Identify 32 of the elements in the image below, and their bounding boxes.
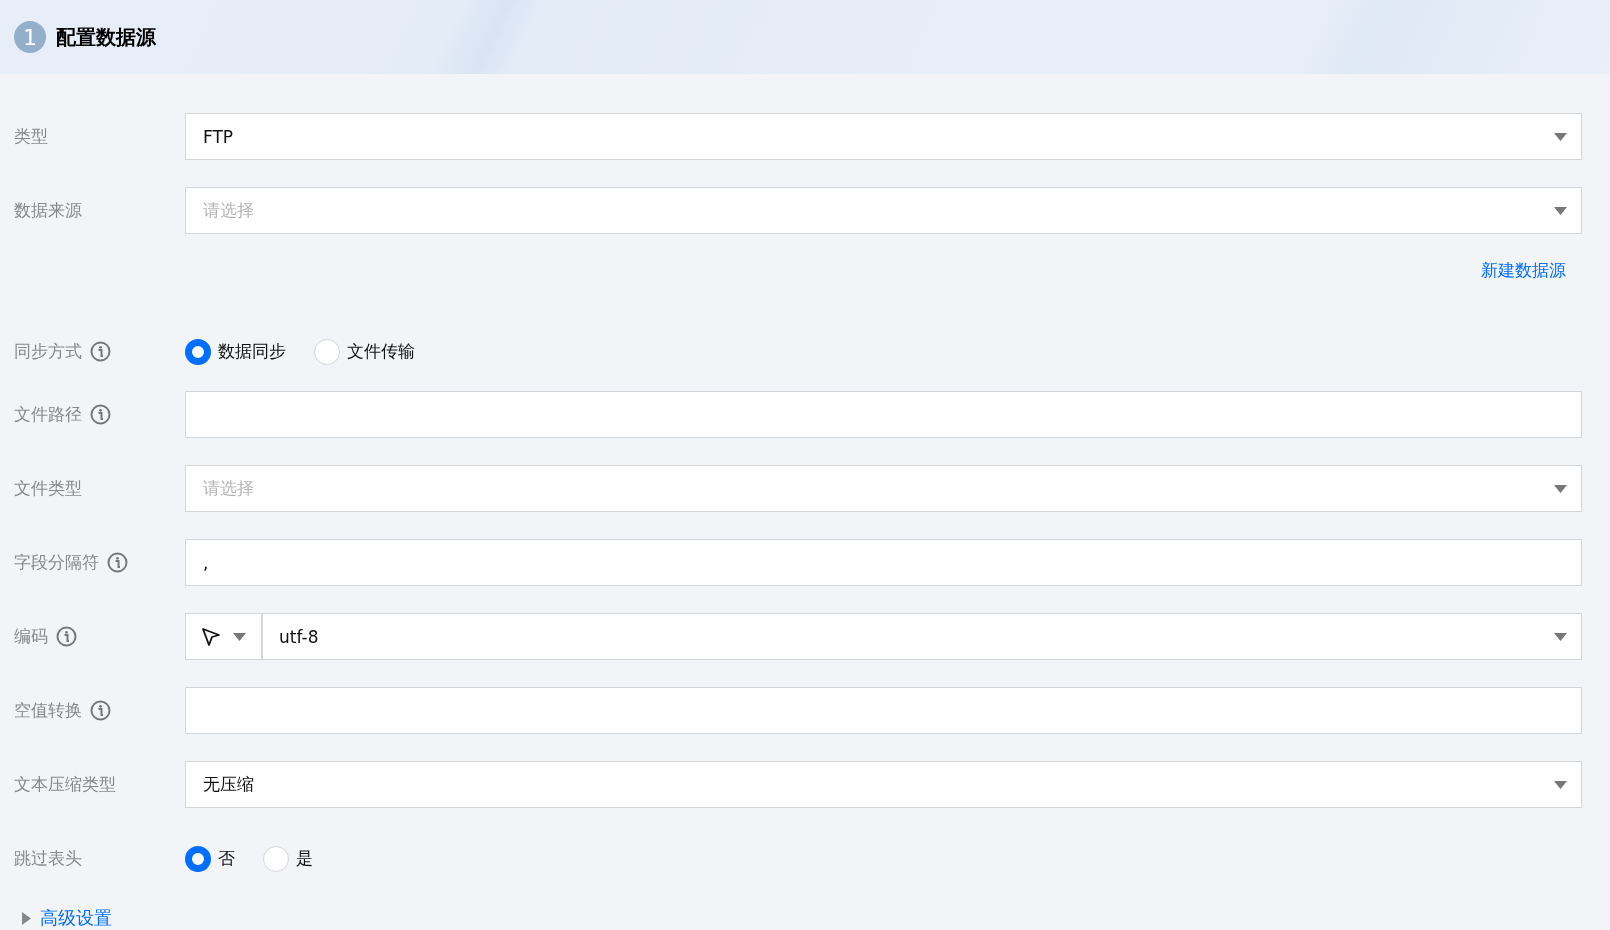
radio-option[interactable]: 是 xyxy=(263,845,313,872)
field-label: 同步方式 xyxy=(14,340,82,363)
radio-option[interactable]: 数据同步 xyxy=(185,338,286,365)
field-label: 跳过表头 xyxy=(14,847,82,870)
field-label: 字段分隔符 xyxy=(14,551,99,574)
radio-button[interactable] xyxy=(185,845,211,872)
cursor-icon xyxy=(201,626,221,647)
new-datasource-link[interactable]: 新建数据源 xyxy=(1481,259,1566,282)
caret-icon xyxy=(1554,632,1567,641)
caret-icon xyxy=(1554,206,1567,215)
input-field[interactable]: , xyxy=(185,539,1582,586)
field-label: 空值转换 xyxy=(14,699,82,722)
select-field[interactable]: FTP xyxy=(185,113,1582,160)
input-field[interactable] xyxy=(185,687,1582,734)
radio-button[interactable] xyxy=(185,338,211,365)
radio-option[interactable]: 否 xyxy=(185,845,235,872)
select-field[interactable]: 无压缩 xyxy=(185,761,1582,808)
field-label: 数据来源 xyxy=(14,199,82,222)
section-title: 配置数据源 xyxy=(56,23,156,51)
caret-icon xyxy=(1554,780,1567,789)
step-badge: 1 xyxy=(14,21,46,53)
caret-icon xyxy=(233,632,246,641)
caret-icon xyxy=(1554,484,1567,493)
field-label: 文件类型 xyxy=(14,477,82,500)
input-field[interactable] xyxy=(185,391,1582,438)
field-label: 编码 xyxy=(14,625,48,648)
advanced-settings-link[interactable]: 高级设置 xyxy=(40,906,112,930)
radio-option[interactable]: 文件传输 xyxy=(314,338,415,365)
field-label: 类型 xyxy=(14,125,48,148)
field-label: 文本压缩类型 xyxy=(14,773,116,796)
field-label: 文件路径 xyxy=(14,403,82,426)
caret-icon xyxy=(1554,132,1567,141)
